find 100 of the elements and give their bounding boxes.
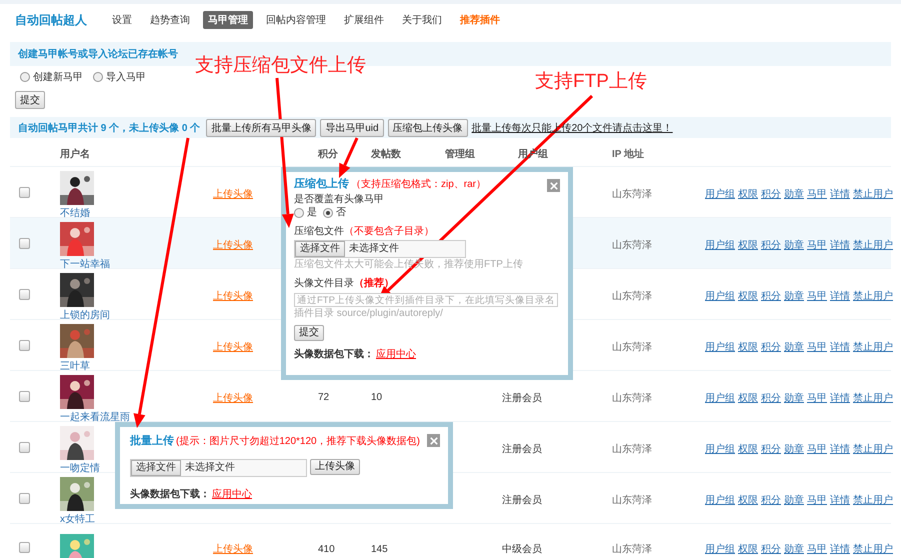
close-button[interactable] — [427, 434, 440, 447]
row-checkbox[interactable] — [19, 288, 30, 300]
radio-button[interactable] — [93, 72, 103, 82]
nav-tab[interactable]: 推荐插件 — [455, 11, 505, 29]
action-link[interactable]: 禁止用户 — [853, 390, 893, 404]
action-link[interactable]: 权限 — [738, 238, 758, 252]
action-link[interactable]: 勋章 — [784, 492, 804, 506]
user-name[interactable]: 上锁的房间 — [60, 308, 110, 322]
user-name[interactable]: 三叶草 — [60, 359, 90, 373]
action-link[interactable]: 积分 — [761, 442, 781, 456]
action-link[interactable]: 用户组 — [705, 288, 735, 302]
user-name[interactable]: x女特工 — [60, 512, 95, 526]
upload-link[interactable]: 上传头像 — [213, 392, 253, 404]
radio-button[interactable] — [323, 208, 333, 218]
action-link[interactable]: 权限 — [738, 442, 758, 456]
choose-file-button[interactable]: 选择文件 — [295, 241, 345, 257]
action-link[interactable]: 权限 — [738, 390, 758, 404]
row-checkbox[interactable] — [19, 442, 30, 452]
action-link[interactable]: 勋章 — [784, 442, 804, 456]
upload-link[interactable]: 上传头像 — [213, 342, 253, 352]
action-link[interactable]: 权限 — [738, 340, 758, 354]
action-link[interactable]: 积分 — [761, 238, 781, 252]
nav-tab[interactable]: 关于我们 — [397, 11, 447, 29]
row-checkbox[interactable] — [19, 542, 30, 553]
action-link[interactable]: 积分 — [761, 542, 781, 556]
action-link[interactable]: 马甲 — [807, 542, 827, 556]
row-checkbox[interactable] — [19, 186, 30, 198]
upload-link[interactable]: 上传头像 — [213, 290, 253, 302]
user-name[interactable]: 一起来看流星雨 — [60, 410, 130, 424]
row-checkbox[interactable] — [19, 390, 30, 402]
close-button[interactable] — [547, 179, 560, 192]
action-link[interactable]: 详情 — [830, 442, 850, 456]
action-link[interactable]: 勋章 — [784, 542, 804, 556]
action-button[interactable]: 导出马甲uid — [320, 118, 384, 136]
action-link[interactable]: 详情 — [830, 340, 850, 354]
action-link[interactable]: 禁止用户 — [853, 288, 893, 302]
nav-tab[interactable]: 设置 — [107, 11, 137, 29]
action-link[interactable]: 积分 — [761, 186, 781, 200]
action-link[interactable]: 禁止用户 — [853, 340, 893, 354]
input-field[interactable]: 通过FTP上传头像文件到插件目录下，在此填写头像目录名 — [294, 293, 558, 307]
action-link[interactable]: 用户组 — [705, 442, 735, 456]
action-button[interactable]: 压缩包上传头像 — [388, 118, 468, 136]
nav-tab[interactable]: 扩展组件 — [339, 11, 389, 29]
action-link[interactable]: 马甲 — [807, 288, 827, 302]
action-link[interactable]: 禁止用户 — [853, 492, 893, 506]
action-link[interactable]: 勋章 — [784, 340, 804, 354]
action-link[interactable]: 马甲 — [807, 238, 827, 252]
action-link[interactable]: 马甲 — [807, 492, 827, 506]
action-link[interactable]: 勋章 — [784, 186, 804, 200]
action-link[interactable]: 权限 — [738, 542, 758, 556]
action-link[interactable]: 马甲 — [807, 390, 827, 404]
action-link[interactable]: 详情 — [830, 492, 850, 506]
action-link[interactable]: 权限 — [738, 492, 758, 506]
action-link[interactable]: 马甲 — [807, 340, 827, 354]
action-link[interactable]: 勋章 — [784, 238, 804, 252]
action-link[interactable]: 积分 — [761, 492, 781, 506]
nav-tab[interactable]: 趋势查询 — [145, 11, 195, 29]
action-link[interactable]: 详情 — [830, 186, 850, 200]
action-link[interactable]: 积分 — [761, 390, 781, 404]
radio-button[interactable] — [20, 72, 30, 82]
action-link[interactable]: 用户组 — [705, 492, 735, 506]
action-link[interactable]: 马甲 — [807, 186, 827, 200]
action-link[interactable]: 详情 — [830, 288, 850, 302]
upload-link[interactable]: 上传头像 — [213, 544, 253, 555]
action-link[interactable]: 详情 — [830, 542, 850, 556]
action-link[interactable]: 禁止用户 — [853, 238, 893, 252]
action-link[interactable]: 勋章 — [784, 288, 804, 302]
choose-file-button[interactable]: 选择文件 — [131, 460, 181, 476]
action-button[interactable]: 批量上传所有马甲头像 — [206, 118, 316, 136]
action-link[interactable]: 详情 — [830, 390, 850, 404]
action-link[interactable]: 勋章 — [784, 390, 804, 404]
upload-link[interactable]: 上传头像 — [213, 188, 253, 200]
action-link[interactable]: 用户组 — [705, 186, 735, 200]
action-link[interactable]: 用户组 — [705, 340, 735, 354]
file-picker[interactable]: 选择文件 未选择文件 — [130, 459, 307, 477]
action-link[interactable]: 用户组 — [705, 390, 735, 404]
row-checkbox[interactable] — [19, 492, 30, 504]
user-name[interactable]: 不结婚 — [60, 206, 90, 220]
submit-button[interactable]: 提交 — [294, 325, 324, 341]
action-link[interactable]: 积分 — [761, 288, 781, 302]
action-link[interactable]: 用户组 — [705, 238, 735, 252]
action-link[interactable]: 禁止用户 — [853, 186, 893, 200]
user-name[interactable]: 一吻定情 — [60, 461, 100, 475]
download-link[interactable]: 应用中心 — [212, 489, 252, 501]
file-picker[interactable]: 选择文件 未选择文件 — [294, 240, 466, 258]
action-link[interactable]: 马甲 — [807, 442, 827, 456]
radio-button[interactable] — [294, 208, 304, 218]
row-checkbox[interactable] — [19, 340, 30, 350]
download-link[interactable]: 应用中心 — [376, 349, 416, 361]
action-link[interactable]: 积分 — [761, 340, 781, 354]
upload-button[interactable]: 上传头像 — [310, 459, 360, 475]
upload-link[interactable]: 上传头像 — [213, 240, 253, 250]
action-link[interactable]: 详情 — [830, 238, 850, 252]
action-link[interactable]: 用户组 — [705, 542, 735, 556]
action-link[interactable]: 权限 — [738, 186, 758, 200]
nav-tab[interactable]: 回帖内容管理 — [261, 11, 331, 29]
row-checkbox[interactable] — [19, 238, 30, 248]
action-link[interactable]: 权限 — [738, 288, 758, 302]
user-name[interactable]: 下一站幸福 — [60, 257, 110, 271]
nav-tab[interactable]: 马甲管理 — [203, 11, 253, 29]
